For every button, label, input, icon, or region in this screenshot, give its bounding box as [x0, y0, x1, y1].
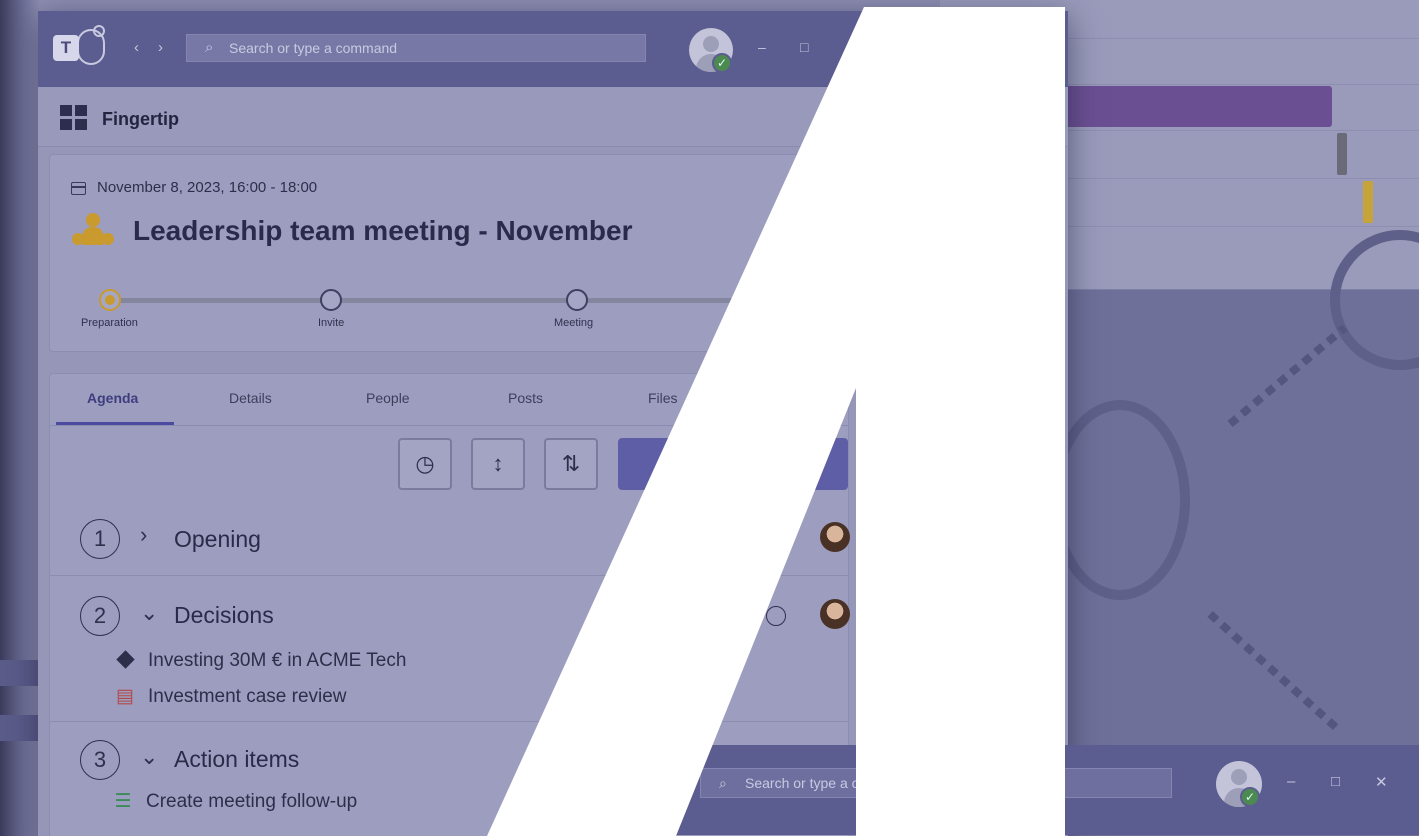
chevron-right-icon[interactable]: ›: [158, 39, 163, 56]
step-preparation-dot[interactable]: [99, 289, 121, 311]
step-invite-dot[interactable]: [320, 289, 342, 311]
gantt-bar-yellow: [1363, 181, 1373, 223]
agenda-item[interactable]: 1 › Opening: [50, 502, 850, 576]
tab-details[interactable]: Details: [229, 390, 272, 406]
presenter-avatar: [820, 599, 850, 629]
action-item-label: Create meeting follow-up: [146, 791, 358, 812]
chevron-left-icon[interactable]: ‹: [134, 39, 139, 56]
fingertip-app-icon: [60, 105, 88, 131]
status-available-icon: ✓: [1240, 787, 1260, 807]
chevron-down-icon[interactable]: ⌄: [140, 600, 158, 626]
clock-icon: [766, 606, 786, 626]
tab-files[interactable]: Files: [648, 390, 678, 406]
active-tab-indicator: [56, 422, 174, 425]
clock-button[interactable]: ◷: [398, 438, 452, 490]
pdf-document-icon: ▤: [116, 686, 134, 707]
tab-agenda[interactable]: Agenda: [87, 390, 138, 406]
step-meeting-dot[interactable]: [566, 289, 588, 311]
chevron-right-icon[interactable]: ›: [140, 522, 147, 548]
background-strip: [0, 715, 40, 741]
chevron-down-icon[interactable]: ⌄: [140, 744, 158, 770]
teams-window: T ‹ › ⌕ Search or type a command ✓ – □ F…: [38, 11, 1068, 836]
background-left-panel: [0, 0, 40, 836]
expand-vertical-icon: ↕: [492, 451, 504, 476]
step-label: Invite: [318, 317, 345, 329]
sort-button[interactable]: ⇅: [544, 438, 598, 490]
agenda-number: 2: [80, 596, 120, 636]
app-name: Fingertip: [102, 109, 179, 129]
background-strip: [0, 660, 40, 686]
search-icon: ⌕: [205, 39, 214, 56]
document-row[interactable]: ▤ Investment case review: [112, 685, 347, 708]
tab-posts[interactable]: Posts: [508, 390, 543, 406]
document-label: Investment case review: [148, 686, 347, 707]
status-available-icon: ✓: [712, 53, 732, 73]
agenda-item[interactable]: 2 ⌄ Decisions Investing 30M € in ACME Te…: [50, 576, 850, 722]
minimize-button[interactable]: –: [758, 39, 766, 55]
clock-icon: ◷: [415, 451, 435, 476]
primary-action-button[interactable]: [618, 438, 848, 490]
step-label: Preparation: [81, 317, 138, 329]
meeting-card: November 8, 2023, 16:00 - 18:00 Leadersh…: [49, 154, 849, 352]
gantt-bar-purple: [1060, 86, 1332, 127]
calendar-icon: [71, 182, 86, 195]
step-label: Meeting: [554, 317, 594, 329]
search-placeholder: Search or type a command: [229, 40, 398, 56]
tab-people[interactable]: People: [366, 390, 410, 406]
search-input[interactable]: ⌕ Search or type a c: [700, 768, 1172, 798]
search-input[interactable]: ⌕ Search or type a command: [186, 34, 646, 62]
teams-window-secondary: ⌕ Search or type a c ✓ – □ ✕: [560, 745, 1419, 835]
maximize-button[interactable]: □: [1331, 773, 1340, 790]
minimize-button[interactable]: –: [1287, 773, 1295, 790]
gantt-bar-grey: [1337, 133, 1347, 175]
agenda-number: 1: [80, 519, 120, 559]
search-placeholder: Search or type a c: [745, 775, 859, 791]
meeting-date: November 8, 2023, 16:00 - 18:00: [97, 179, 318, 196]
presenter-avatar: [820, 522, 850, 552]
checklist-icon: ☰: [114, 791, 132, 812]
teams-logo-icon: T: [53, 25, 109, 71]
agenda-title: Opening: [174, 526, 261, 552]
maximize-button[interactable]: □: [800, 39, 808, 55]
agenda-title: Action items: [174, 746, 300, 772]
expand-button[interactable]: ↕: [471, 438, 525, 490]
title-bar: T ‹ › ⌕ Search or type a command ✓ – □: [38, 11, 1068, 87]
agenda-title: Decisions: [174, 602, 274, 628]
meeting-progress-track: [110, 298, 830, 303]
app-header: Fingertip: [38, 87, 1068, 147]
decision-row[interactable]: Investing 30M € in ACME Tech: [112, 650, 406, 672]
decision-diamond-icon: [112, 650, 138, 672]
sort-icon: ⇅: [561, 451, 581, 476]
decision-label: Investing 30M € in ACME Tech: [148, 650, 407, 671]
action-item-row[interactable]: ☰ Create meeting follow-up: [110, 790, 357, 813]
meeting-title: Leadership team meeting - November: [133, 215, 633, 246]
search-icon: ⌕: [719, 775, 727, 791]
agenda-number: 3: [80, 740, 120, 780]
meeting-people-icon: [72, 213, 114, 249]
tab-bar: Agenda Details People Posts Files: [50, 374, 848, 426]
close-button[interactable]: ✕: [1375, 773, 1388, 791]
